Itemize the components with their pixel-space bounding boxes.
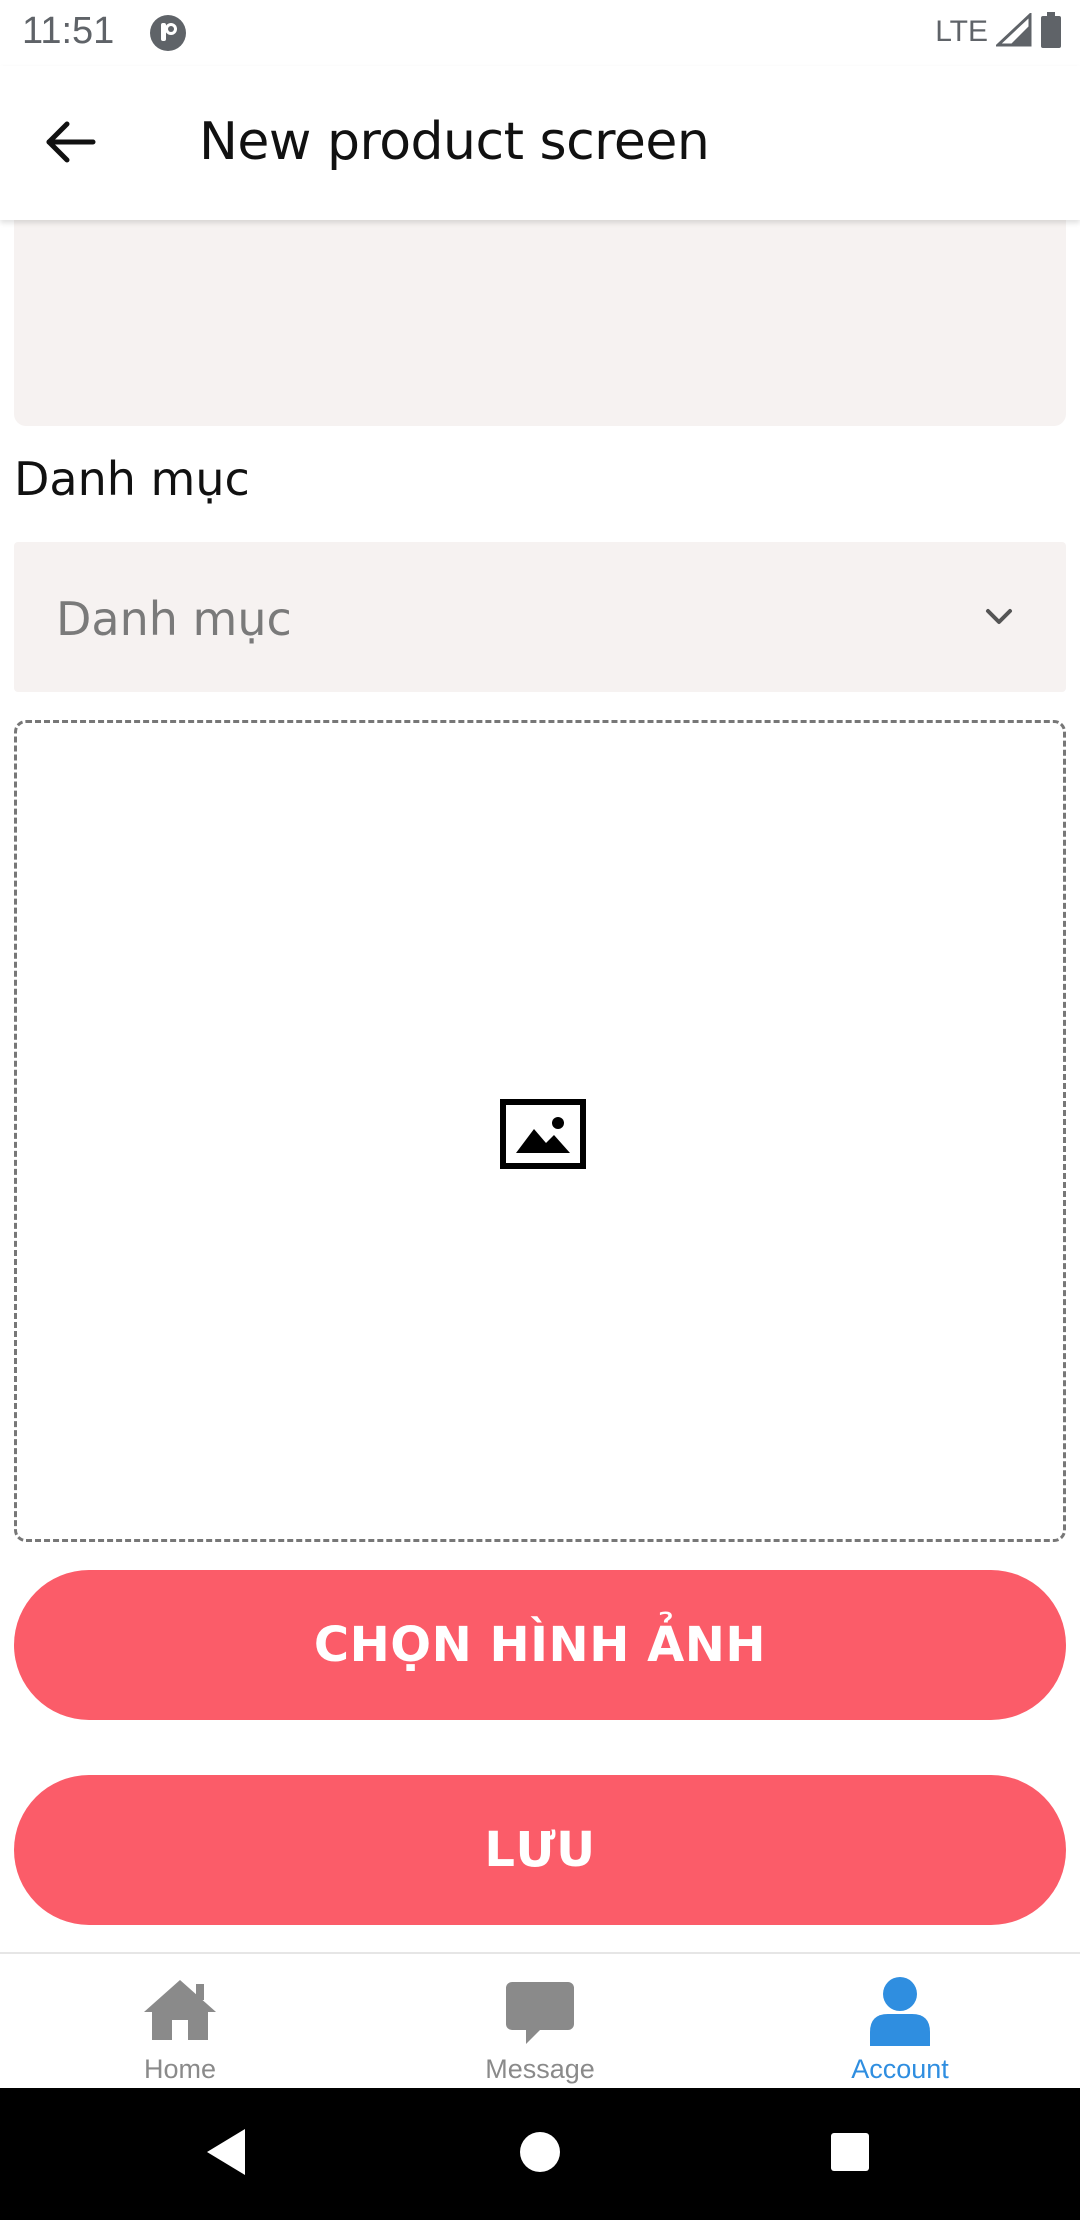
choose-image-button[interactable]: CHỌN HÌNH ẢNH — [14, 1570, 1066, 1720]
category-dropdown[interactable]: Danh mục — [14, 542, 1066, 692]
app-notification-icon — [148, 13, 188, 53]
square-recents-icon — [829, 2131, 871, 2178]
back-button[interactable] — [36, 109, 106, 179]
system-home-button[interactable] — [480, 2088, 600, 2220]
image-icon — [500, 1099, 586, 1169]
circle-home-icon — [518, 2130, 562, 2179]
description-textarea[interactable] — [14, 220, 1066, 426]
battery-icon — [1040, 11, 1062, 53]
nav-label-message: Message — [485, 2054, 595, 2084]
page-title: New product screen — [199, 112, 710, 172]
save-button[interactable]: LƯU — [14, 1775, 1066, 1925]
status-indicators: LTE — [935, 11, 1062, 53]
nav-item-home[interactable]: Home — [0, 1954, 360, 2090]
nav-label-home: Home — [143, 2054, 217, 2084]
home-icon — [140, 1974, 220, 2046]
category-dropdown-value: Danh mục — [56, 592, 292, 646]
bottom-navigation: Home Message Account — [0, 1952, 1080, 2088]
triangle-back-icon — [203, 2127, 249, 2182]
nav-item-message[interactable]: Message — [360, 1954, 720, 2090]
signal-icon — [994, 11, 1032, 52]
network-type: LTE — [935, 15, 988, 48]
message-icon — [500, 1974, 580, 2046]
chevron-down-icon — [982, 600, 1016, 634]
system-back-button[interactable] — [166, 2088, 286, 2220]
user-icon — [860, 1974, 940, 2046]
nav-label-account: Account — [851, 2054, 949, 2084]
status-bar: 11:51 LTE — [0, 0, 1080, 66]
nav-item-account[interactable]: Account — [720, 1954, 1080, 2090]
image-preview-area[interactable] — [14, 720, 1066, 1542]
app-bar: New product screen — [0, 66, 1080, 220]
arrow-left-icon — [45, 120, 97, 169]
system-navigation-bar — [0, 2088, 1080, 2220]
status-time: 11:51 — [22, 10, 115, 52]
category-label: Danh mục — [14, 452, 250, 506]
form-content[interactable]: Danh mục Danh mục CHỌN HÌNH ẢNH LƯU — [0, 220, 1080, 1952]
system-recents-button[interactable] — [790, 2088, 910, 2220]
